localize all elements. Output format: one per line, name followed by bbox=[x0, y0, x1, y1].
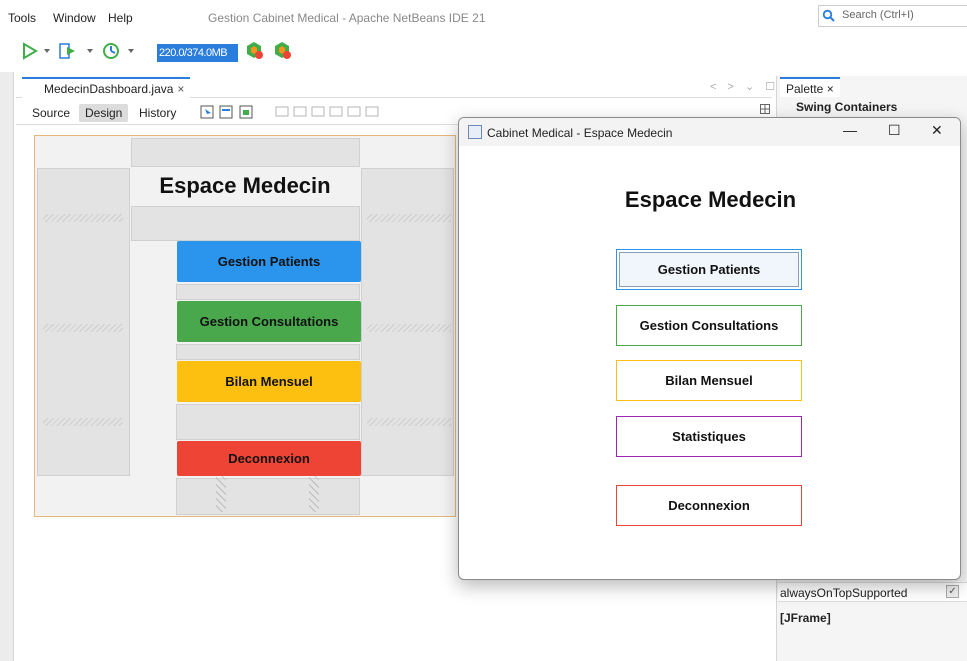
profile-dropdown-icon[interactable] bbox=[128, 49, 134, 53]
maximize-icon[interactable]: ☐ bbox=[888, 122, 901, 139]
menu-help[interactable]: Help bbox=[108, 11, 133, 25]
search-icon[interactable] bbox=[822, 9, 836, 23]
memory-indicator[interactable]: 220.0/374.0MB bbox=[157, 44, 238, 62]
designer-cell bbox=[176, 344, 360, 360]
tab-navigation[interactable]: < > ⌄ ☐ bbox=[710, 80, 779, 93]
designer-cell bbox=[131, 138, 360, 167]
left-side-panel bbox=[0, 72, 14, 661]
search-placeholder: Search (Ctrl+I) bbox=[842, 9, 914, 21]
window-title: Cabinet Medical - Espace Medecin bbox=[487, 126, 673, 140]
property-row: alwaysOnTopSupported bbox=[778, 582, 967, 602]
designer-cell bbox=[176, 284, 360, 300]
snapshot-icon[interactable] bbox=[272, 40, 292, 60]
debug-project-icon[interactable] bbox=[58, 42, 78, 60]
vertical-spring-marker bbox=[309, 476, 319, 512]
tab-history[interactable]: History bbox=[133, 104, 182, 122]
designer-deconnexion-button[interactable]: Deconnexion bbox=[177, 441, 361, 476]
designer-cell bbox=[176, 404, 360, 440]
designer-gestion-consultations-button[interactable]: Gestion Consultations bbox=[177, 301, 361, 342]
menu-tools[interactable]: Tools bbox=[8, 11, 36, 25]
property-name: alwaysOnTopSupported bbox=[780, 586, 908, 600]
designer-bilan-mensuel-button[interactable]: Bilan Mensuel bbox=[177, 361, 361, 402]
gestion-patients-button[interactable]: Gestion Patients bbox=[616, 249, 802, 290]
palette-section-swing-containers[interactable]: Swing Containers bbox=[782, 100, 967, 118]
tab-design[interactable]: Design bbox=[79, 104, 129, 122]
java-app-icon bbox=[468, 125, 482, 139]
bilan-mensuel-button[interactable]: Bilan Mensuel bbox=[616, 360, 802, 401]
palette-tab[interactable]: Palette × bbox=[780, 77, 840, 97]
run-dropdown-icon[interactable] bbox=[44, 49, 50, 53]
designer-tools-icon[interactable] bbox=[200, 104, 260, 120]
designer-title-label[interactable]: Espace Medecin bbox=[130, 173, 360, 199]
main-toolbar bbox=[0, 34, 967, 68]
palette-tab-label: Palette bbox=[786, 82, 824, 96]
spring-marker bbox=[43, 324, 123, 332]
align-tools-icon[interactable] bbox=[274, 104, 474, 120]
close-icon[interactable]: × bbox=[177, 82, 184, 96]
statistiques-button[interactable]: Statistiques bbox=[616, 416, 802, 457]
property-checkbox[interactable]: ✓ bbox=[946, 585, 959, 598]
vertical-spring-marker bbox=[216, 476, 226, 512]
debug-dropdown-icon[interactable] bbox=[87, 49, 93, 53]
window-titlebar[interactable]: Cabinet Medical - Espace Medecin — ☐ ✕ bbox=[459, 118, 960, 146]
deconnexion-button[interactable]: Deconnexion bbox=[616, 485, 802, 526]
minimize-icon[interactable]: — bbox=[843, 122, 857, 138]
editor-tab-medecin-dashboard[interactable]: MedecinDashboard.java × bbox=[22, 77, 191, 98]
designer-gestion-patients-button[interactable]: Gestion Patients bbox=[177, 241, 361, 282]
gc-icon[interactable] bbox=[244, 40, 264, 60]
designer-cell bbox=[176, 478, 360, 515]
preview-window: Cabinet Medical - Espace Medecin — ☐ ✕ E… bbox=[458, 117, 961, 580]
run-icon[interactable] bbox=[22, 42, 38, 60]
grid-toggle-icon[interactable] bbox=[760, 104, 770, 114]
spring-marker bbox=[43, 418, 123, 426]
close-icon[interactable]: × bbox=[827, 82, 834, 96]
spring-marker bbox=[367, 214, 451, 222]
editor-tab-label: MedecinDashboard.java bbox=[44, 82, 174, 96]
close-icon[interactable]: ✕ bbox=[931, 122, 943, 139]
ide-window-title: Gestion Cabinet Medical - Apache NetBean… bbox=[208, 11, 486, 25]
menu-window[interactable]: Window bbox=[53, 11, 96, 25]
tab-source[interactable]: Source bbox=[26, 104, 76, 122]
page-title: Espace Medecin bbox=[624, 187, 797, 212]
designer-cell bbox=[131, 206, 360, 241]
profile-icon[interactable] bbox=[101, 41, 121, 61]
gestion-consultations-button[interactable]: Gestion Consultations bbox=[616, 305, 802, 346]
component-name: [JFrame] bbox=[780, 611, 831, 625]
spring-marker bbox=[367, 418, 451, 426]
spring-marker bbox=[367, 324, 451, 332]
spring-marker bbox=[43, 214, 123, 222]
